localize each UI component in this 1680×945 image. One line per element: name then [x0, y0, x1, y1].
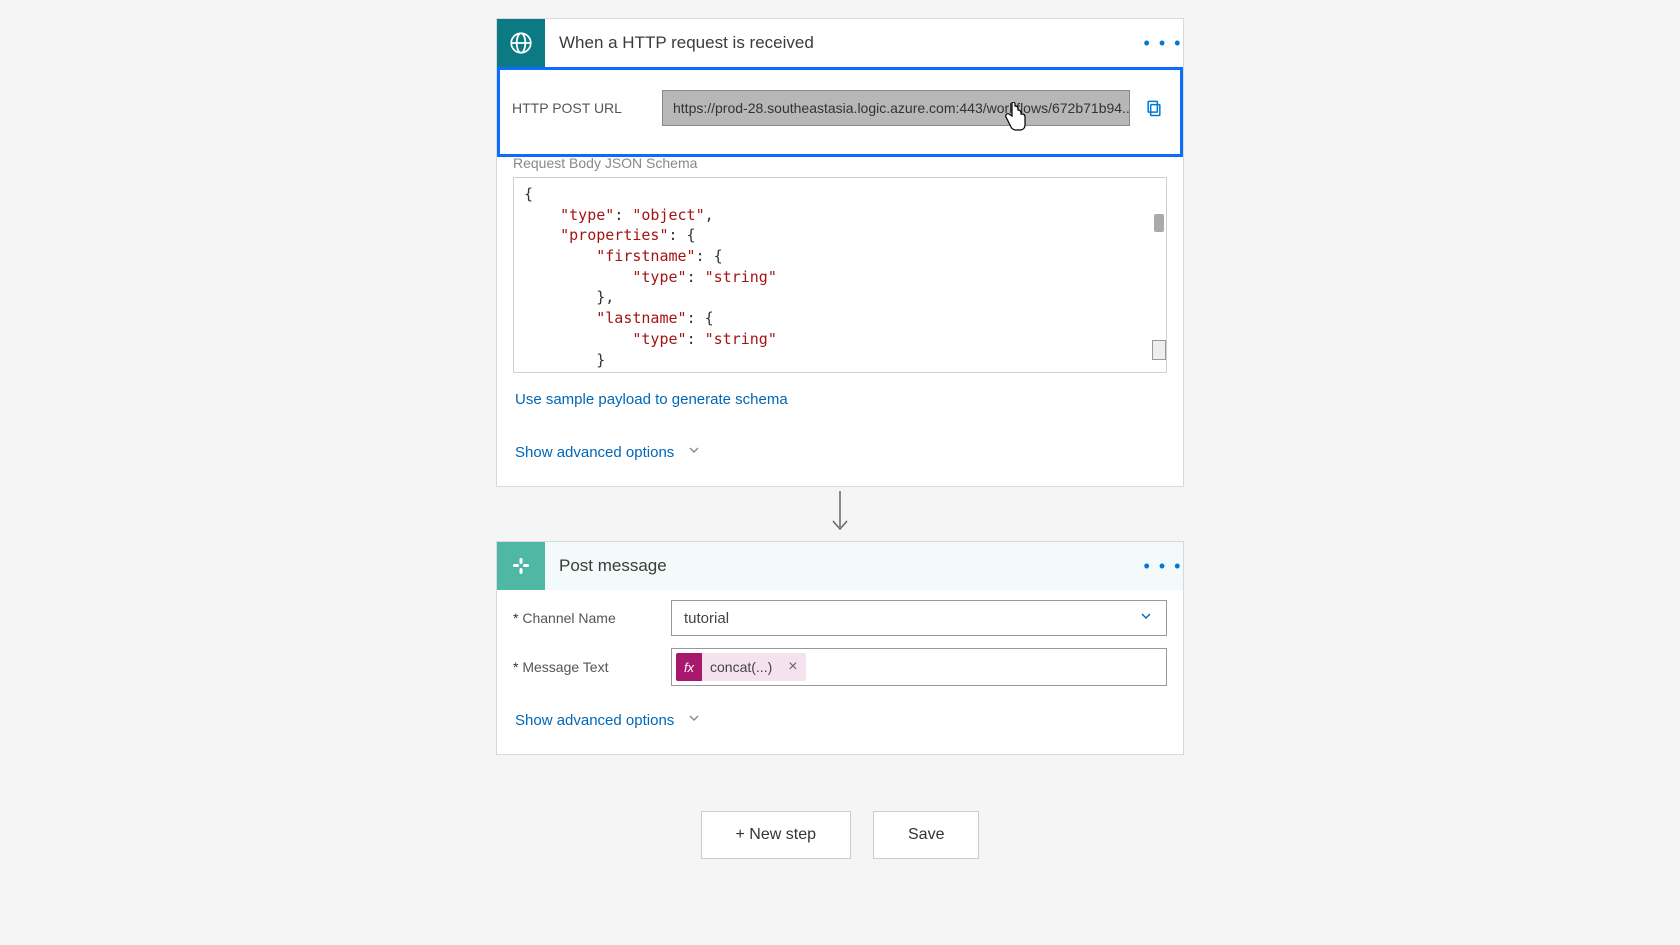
resize-handle[interactable] — [1152, 340, 1166, 360]
channel-name-select[interactable]: tutorial — [671, 600, 1167, 636]
trigger-title: When a HTTP request is received — [545, 33, 1143, 53]
message-text-field[interactable]: fx concat(...) × — [671, 648, 1167, 686]
pill-remove-button[interactable]: × — [780, 658, 805, 676]
footer-actions: + New step Save — [496, 811, 1184, 859]
action-card: Post message • • • Channel Name tutorial… — [496, 541, 1184, 755]
use-sample-payload-link[interactable]: Use sample payload to generate schema — [497, 373, 1183, 412]
fx-icon: fx — [676, 653, 702, 681]
scrollbar-thumb[interactable] — [1154, 214, 1164, 232]
trigger-show-advanced[interactable]: Show advanced options — [497, 412, 1183, 486]
chevron-down-icon — [686, 442, 702, 462]
channel-name-row: Channel Name tutorial — [497, 590, 1183, 638]
http-post-url-value: https://prod-28.southeastasia.logic.azur… — [673, 100, 1130, 116]
action-menu-button[interactable]: • • • — [1143, 556, 1183, 577]
action-title: Post message — [545, 556, 1143, 576]
trigger-card: When a HTTP request is received • • • HT… — [496, 18, 1184, 487]
schema-label: Request Body JSON Schema — [497, 155, 1183, 171]
chevron-down-icon — [1138, 608, 1154, 628]
action-header[interactable]: Post message • • • — [497, 542, 1183, 590]
channel-name-value: tutorial — [684, 610, 729, 627]
message-text-label: Message Text — [513, 659, 663, 675]
schema-textarea[interactable]: { "type": "object", "properties": { "fir… — [513, 177, 1167, 373]
http-post-url-field[interactable]: https://prod-28.southeastasia.logic.azur… — [662, 90, 1130, 126]
http-post-url-row: HTTP POST URL https://prod-28.southeasta… — [497, 67, 1183, 157]
new-step-button[interactable]: + New step — [701, 811, 851, 859]
flow-arrow — [496, 487, 1184, 541]
message-text-row: Message Text fx concat(...) × — [497, 638, 1183, 688]
expression-text: concat(...) — [702, 659, 780, 675]
http-request-icon — [497, 19, 545, 67]
channel-name-label: Channel Name — [513, 610, 663, 626]
copy-url-button[interactable] — [1140, 94, 1168, 122]
trigger-menu-button[interactable]: • • • — [1143, 33, 1183, 54]
trigger-header[interactable]: When a HTTP request is received • • • — [497, 19, 1183, 67]
chevron-down-icon — [686, 710, 702, 730]
http-post-url-label: HTTP POST URL — [512, 100, 652, 116]
save-button[interactable]: Save — [873, 811, 979, 859]
slack-icon — [497, 542, 545, 590]
action-show-advanced[interactable]: Show advanced options — [497, 688, 1183, 754]
expression-pill[interactable]: fx concat(...) × — [676, 653, 806, 681]
